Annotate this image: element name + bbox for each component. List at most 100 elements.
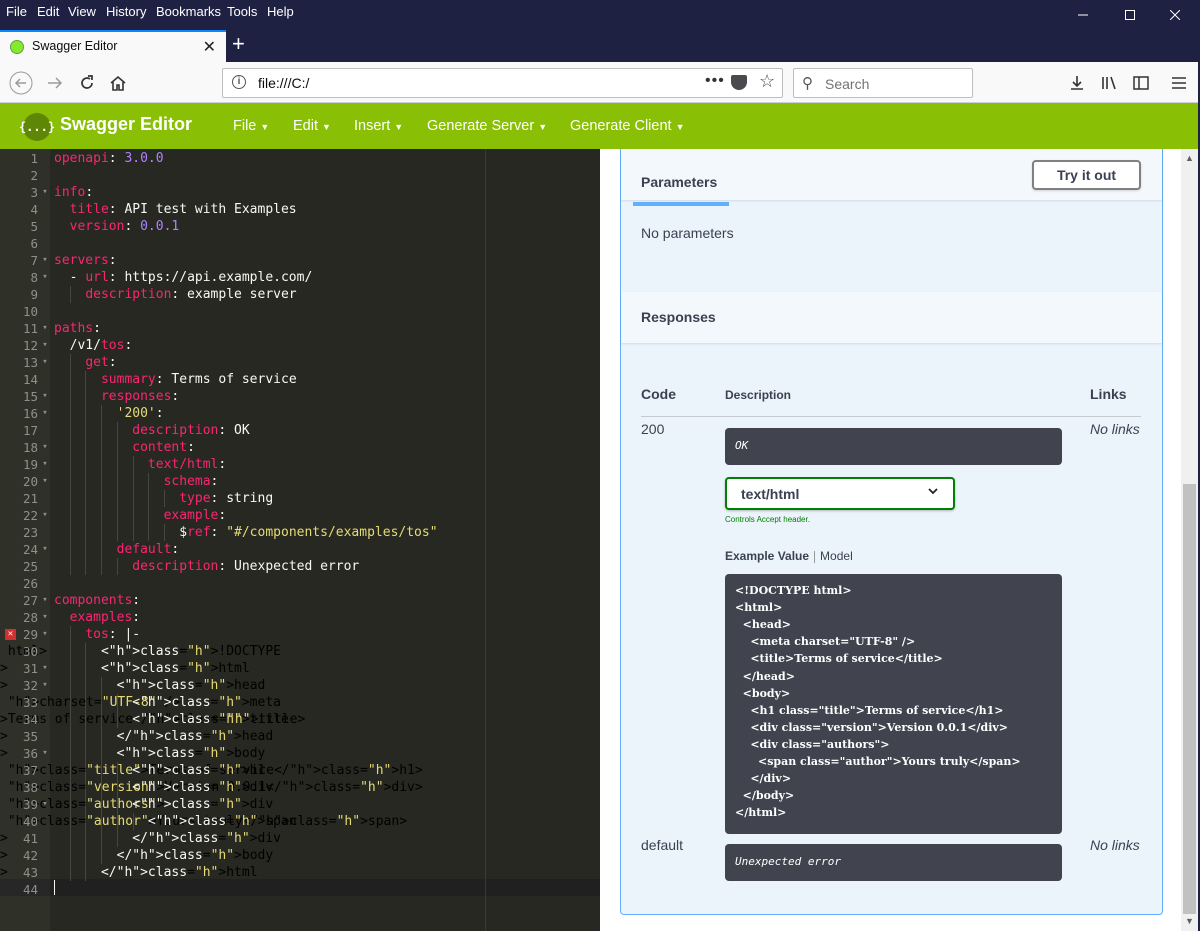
fold-arrow-icon[interactable]: ▾ (40, 626, 50, 643)
code-line[interactable]: 12 ▾ /v1/tos: (0, 337, 600, 354)
home-icon[interactable] (105, 70, 131, 96)
fold-arrow-icon[interactable]: ▾ (40, 252, 50, 269)
code-line[interactable]: 1 openapi: 3.0.0 (0, 150, 600, 167)
code-line[interactable]: 2 (0, 167, 600, 184)
code-line[interactable]: 6 (0, 235, 600, 252)
code-line[interactable]: 38 <"h">class="h">div "h">class="version… (0, 779, 600, 796)
search-bar[interactable]: ⚲ Search (793, 68, 973, 98)
close-window-button[interactable] (1152, 0, 1198, 30)
topbar-menu-file[interactable]: File ▼ (233, 118, 269, 134)
scroll-up-arrow-icon[interactable]: ▲ (1183, 153, 1196, 163)
forward-icon[interactable] (42, 70, 68, 96)
code-line[interactable]: 9 description: example server (0, 286, 600, 303)
code-line[interactable]: 31 ▾ <"h">class="h">html > (0, 660, 600, 677)
fold-arrow-icon[interactable]: ▾ (40, 456, 50, 473)
fold-arrow-icon[interactable]: ▾ (40, 405, 50, 422)
bookmark-star-icon[interactable]: ☆ (759, 71, 775, 92)
scroll-down-arrow-icon[interactable]: ▼ (1183, 916, 1196, 926)
code-line[interactable]: 13 ▾ get: (0, 354, 600, 371)
code-line[interactable]: 3 ▾ info: (0, 184, 600, 201)
fold-arrow-icon[interactable]: ▾ (40, 507, 50, 524)
code-line[interactable]: 23 $ref: "#/components/examples/tos" (0, 524, 600, 541)
code-line[interactable]: 27 ▾ components: (0, 592, 600, 609)
fold-arrow-icon[interactable]: ▾ (40, 592, 50, 609)
topbar-menu-generate-client[interactable]: Generate Client ▼ (570, 118, 684, 134)
code-line[interactable]: 10 (0, 303, 600, 320)
search-placeholder[interactable]: Search (825, 76, 869, 92)
tab-model[interactable]: Model (820, 549, 853, 563)
code-line[interactable]: 11 ▾ paths: (0, 320, 600, 337)
fold-arrow-icon[interactable]: ▾ (40, 677, 50, 694)
downloads-icon[interactable] (1064, 70, 1090, 96)
menu-tools[interactable]: Tools (227, 4, 257, 19)
code-line[interactable]: 34 <"h">class="h">title >Terms of service… (0, 711, 600, 728)
sidebar-icon[interactable] (1128, 70, 1154, 96)
new-tab-icon[interactable]: + (232, 33, 245, 55)
code-line[interactable]: 30 <"h">class="h">!DOCTYPE html> (0, 643, 600, 660)
tab-example-value[interactable]: Example Value (725, 549, 809, 563)
browser-tab[interactable]: Swagger Editor ✕ (0, 30, 226, 62)
yaml-editor[interactable]: 1 openapi: 3.0.0 2 3 ▾ info: 4 title: API test… (0, 149, 600, 931)
code-line[interactable]: 8 ▾ - url: https://api.example.com/ (0, 269, 600, 286)
code-line[interactable]: 18 ▾ content: (0, 439, 600, 456)
code-line[interactable]: 32 ▾ <"h">class="h">head > (0, 677, 600, 694)
code-line[interactable]: 28 ▾ examples: (0, 609, 600, 626)
minimize-button[interactable] (1060, 0, 1106, 30)
code-line[interactable]: 17 description: OK (0, 422, 600, 439)
fold-arrow-icon[interactable]: ▾ (40, 660, 50, 677)
menu-history[interactable]: History (106, 4, 146, 19)
scrollbar-thumb[interactable] (1183, 484, 1196, 914)
hamburger-menu-icon[interactable] (1166, 70, 1192, 96)
code-line[interactable]: 25 description: Unexpected error (0, 558, 600, 575)
fold-arrow-icon[interactable]: ▾ (40, 337, 50, 354)
code-line[interactable]: 19 ▾ text/html: (0, 456, 600, 473)
code-line[interactable]: 24 ▾ default: (0, 541, 600, 558)
fold-arrow-icon[interactable]: ▾ (40, 796, 50, 813)
menu-file[interactable]: File (6, 4, 27, 19)
code-line[interactable]: 4 title: API test with Examples (0, 201, 600, 218)
library-icon[interactable] (1096, 70, 1122, 96)
page-actions-icon[interactable]: ••• (705, 72, 725, 90)
code-line[interactable]: 14 summary: Terms of service (0, 371, 600, 388)
code-line[interactable]: 37 <"h">class="h">h1 "h">class="title">T… (0, 762, 600, 779)
fold-arrow-icon[interactable]: ▾ (40, 439, 50, 456)
try-it-out-button[interactable]: Try it out (1032, 160, 1141, 190)
fold-arrow-icon[interactable]: ▾ (40, 269, 50, 286)
site-info-icon[interactable]: i (232, 75, 246, 89)
topbar-menu-generate-server[interactable]: Generate Server ▼ (427, 118, 547, 134)
topbar-menu-insert[interactable]: Insert ▼ (354, 118, 403, 134)
code-line[interactable]: 16 ▾ '200': (0, 405, 600, 422)
code-line[interactable]: ✕ 29 ▾ tos: |- (0, 626, 600, 643)
close-tab-icon[interactable]: ✕ (203, 37, 216, 57)
code-line[interactable]: 35 </"h">class="h">head > (0, 728, 600, 745)
menu-help[interactable]: Help (267, 4, 294, 19)
fold-arrow-icon[interactable]: ▾ (40, 473, 50, 490)
maximize-button[interactable] (1107, 0, 1153, 30)
code-line[interactable]: 21 type: string (0, 490, 600, 507)
fold-arrow-icon[interactable]: ▾ (40, 354, 50, 371)
menu-view[interactable]: View (68, 4, 96, 19)
code-line[interactable]: 20 ▾ schema: (0, 473, 600, 490)
code-line[interactable]: 40 <"h">class="h">span "h">class="author… (0, 813, 600, 830)
fold-arrow-icon[interactable]: ▾ (40, 609, 50, 626)
media-type-select[interactable]: text/html (725, 477, 955, 510)
fold-arrow-icon[interactable]: ▾ (40, 388, 50, 405)
topbar-menu-edit[interactable]: Edit ▼ (293, 118, 331, 134)
code-line[interactable]: 26 (0, 575, 600, 592)
url-text[interactable]: file:///C:/ (258, 75, 309, 91)
fold-arrow-icon[interactable]: ▾ (40, 320, 50, 337)
code-line[interactable]: 44 (0, 881, 600, 898)
code-line[interactable]: 43 </"h">class="h">html > (0, 864, 600, 881)
url-bar[interactable]: i file:///C:/ ••• ☆ (222, 68, 783, 98)
code-line[interactable]: 33 <"h">class="h">meta "h">charset="UTF-… (0, 694, 600, 711)
code-line[interactable]: 42 </"h">class="h">body > (0, 847, 600, 864)
fold-arrow-icon[interactable]: ▾ (40, 541, 50, 558)
code-line[interactable]: 39 ▾ <"h">class="h">div "h">class="author… (0, 796, 600, 813)
back-icon[interactable] (8, 70, 34, 96)
fold-arrow-icon[interactable]: ▾ (40, 745, 50, 762)
code-line[interactable]: 5 version: 0.0.1 (0, 218, 600, 235)
reload-icon[interactable] (74, 70, 100, 96)
code-line[interactable]: 22 ▾ example: (0, 507, 600, 524)
menu-bookmarks[interactable]: Bookmarks (156, 4, 221, 19)
tab-parameters[interactable]: Parameters (641, 174, 717, 190)
